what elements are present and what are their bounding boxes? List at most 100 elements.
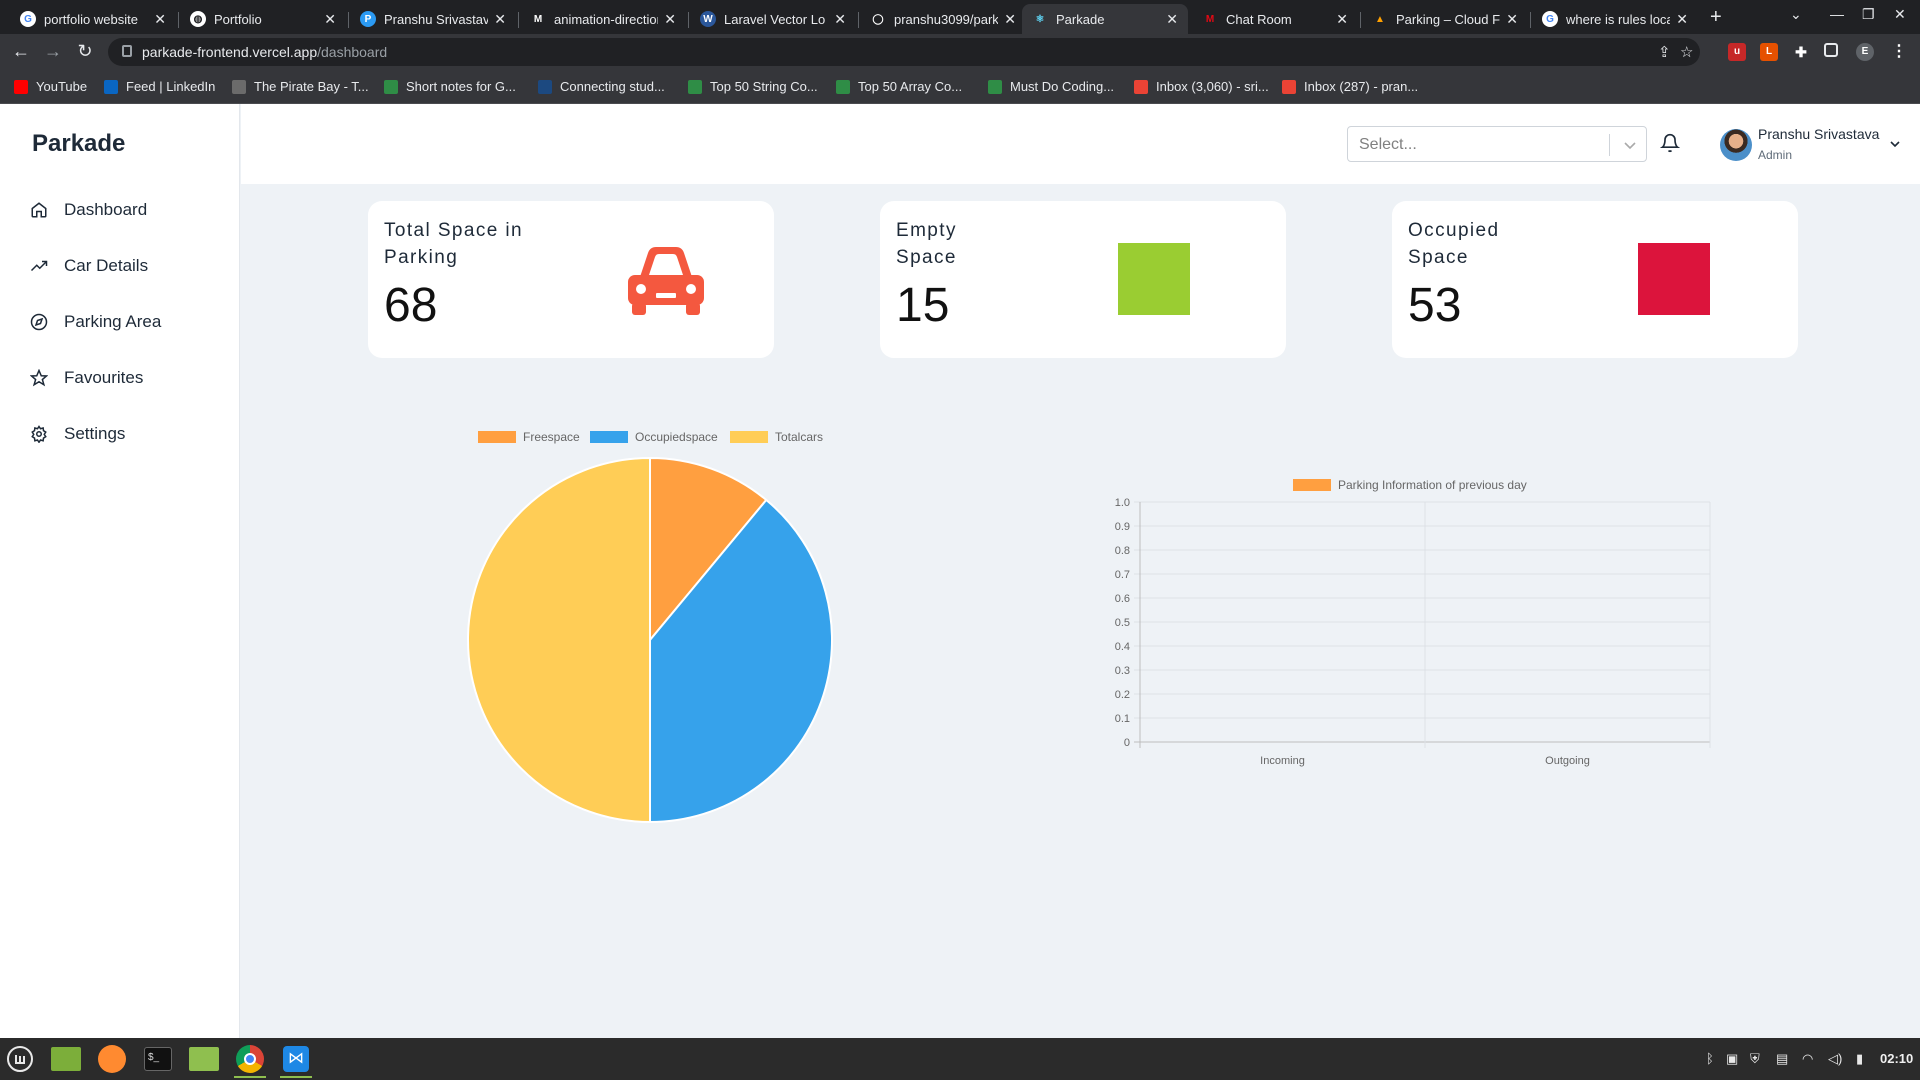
- new-tab-button[interactable]: +: [1710, 6, 1722, 29]
- bookmark-item[interactable]: Feed | LinkedIn: [104, 79, 215, 94]
- tab-chat-room[interactable]: M Chat Room ✕: [1192, 4, 1358, 34]
- puzzle-icon[interactable]: ✚: [1792, 43, 1810, 61]
- restore-icon[interactable]: ❐: [1862, 6, 1875, 23]
- forward-icon[interactable]: →: [42, 41, 64, 62]
- close-tab-icon[interactable]: ✕: [154, 11, 166, 28]
- close-tab-icon[interactable]: ✕: [1336, 11, 1348, 28]
- chevron-down-icon[interactable]: [1620, 135, 1640, 155]
- brand-logo[interactable]: Parkade: [32, 130, 125, 158]
- tab-search-icon[interactable]: ⌄: [1790, 6, 1802, 23]
- location-select[interactable]: Select...: [1347, 126, 1647, 162]
- shield-icon[interactable]: ⛨: [1750, 1051, 1760, 1067]
- card-value: 53: [1408, 279, 1462, 332]
- bookmark-item[interactable]: Must Do Coding...: [988, 79, 1114, 94]
- sidebar-item-favourites[interactable]: Favourites: [30, 368, 143, 388]
- x-tick-label: Outgoing: [1545, 755, 1590, 767]
- y-tick-label: 0.4: [1115, 641, 1130, 653]
- minimize-icon[interactable]: —: [1830, 6, 1844, 22]
- browser-toolbar: ← → ↻ parkade-frontend.vercel.app/dashbo…: [0, 34, 1920, 70]
- bar-chart: Parking Information of previous day 0 0.1…: [1090, 470, 1720, 780]
- clock[interactable]: 02:10: [1880, 1051, 1913, 1066]
- profile-icon[interactable]: E: [1856, 43, 1874, 61]
- star-icon: [30, 369, 48, 387]
- bookmark-label: Inbox (287) - pran...: [1304, 79, 1419, 94]
- bookmark-label: Feed | LinkedIn: [126, 79, 216, 94]
- avatar[interactable]: [1720, 129, 1752, 161]
- bookmark-item[interactable]: Top 50 Array Co...: [836, 79, 962, 94]
- tab-parkade[interactable]: ⚛ Parkade ✕: [1022, 4, 1188, 34]
- y-tick-label: 0: [1124, 737, 1130, 749]
- legend-totalcars[interactable]: Totalcars: [730, 430, 823, 444]
- battery-icon[interactable]: ▮: [1856, 1051, 1863, 1067]
- select-divider: [1609, 134, 1610, 156]
- tab-pranshu-srivastava[interactable]: P Pranshu Srivastava ✕: [350, 4, 516, 34]
- sidebar-item-car-details[interactable]: Car Details: [30, 256, 148, 276]
- volume-icon[interactable]: ◁): [1828, 1051, 1842, 1067]
- legend-label: Freespace: [523, 430, 580, 444]
- close-tab-icon[interactable]: ✕: [1166, 11, 1178, 28]
- sidebar-item-settings[interactable]: Settings: [30, 424, 125, 444]
- legend-occupiedspace[interactable]: Occupiedspace: [590, 430, 718, 444]
- close-tab-icon[interactable]: ✕: [834, 11, 846, 28]
- vscode-icon[interactable]: ⋈: [278, 1042, 314, 1078]
- side-panel-icon[interactable]: [1824, 43, 1838, 57]
- files-icon[interactable]: [186, 1042, 222, 1076]
- bookmark-label: Inbox (3,060) - sri...: [1156, 79, 1269, 94]
- bookmark-item[interactable]: Connecting stud...: [538, 79, 665, 94]
- bookmark-item[interactable]: Inbox (287) - pran...: [1282, 79, 1418, 94]
- tab-pranshu3099-parkade[interactable]: ◯ pranshu3099/parkade ✕: [860, 4, 1026, 34]
- tab-portfolio-website[interactable]: Gportfolio website ✕: [10, 4, 176, 34]
- bookmark-item[interactable]: The Pirate Bay - T...: [232, 79, 369, 94]
- clipboard-icon[interactable]: ▣: [1726, 1051, 1738, 1067]
- mint-menu-icon[interactable]: [2, 1042, 38, 1076]
- close-tab-icon[interactable]: ✕: [324, 11, 336, 28]
- tab-animation-direction[interactable]: Manimation-direction ✕: [520, 4, 686, 34]
- os-taskbar: $_ ⋈ ᛒ ▣ ⛨ ▤ ◠ ◁) ▮ 02:10: [0, 1038, 1920, 1080]
- reload-icon[interactable]: ↻: [74, 41, 96, 62]
- bookmark-star-icon[interactable]: ☆: [1680, 43, 1693, 61]
- tab-title: Chat Room: [1226, 11, 1292, 27]
- bookmark-item[interactable]: YouTube: [14, 79, 87, 94]
- url-text: parkade-frontend.vercel.app/dashboard: [142, 44, 388, 60]
- car-icon: [628, 247, 704, 315]
- wifi-icon[interactable]: ◠: [1802, 1051, 1813, 1067]
- tab-parking-cloud-firestore[interactable]: ▲ Parking – Cloud Firestore ✕: [1362, 4, 1528, 34]
- total-space-card: Total Space in Parking 68: [368, 201, 774, 358]
- menu-icon[interactable]: ⋮: [1890, 43, 1908, 61]
- bookmark-item[interactable]: Top 50 String Co...: [688, 79, 818, 94]
- select-placeholder: Select...: [1359, 136, 1417, 153]
- tab-portfolio[interactable]: ◍ Portfolio ✕: [180, 4, 346, 34]
- tab-where-is-rules-located[interactable]: Gwhere is rules located ✕: [1532, 4, 1698, 34]
- bookmark-item[interactable]: Inbox (3,060) - sri...: [1134, 79, 1269, 94]
- bookmark-item[interactable]: Short notes for G...: [384, 79, 516, 94]
- legend-freespace[interactable]: Freespace: [478, 430, 580, 444]
- close-window-icon[interactable]: ✕: [1894, 6, 1906, 23]
- show-desktop-icon[interactable]: [48, 1042, 84, 1076]
- ublock-icon[interactable]: u: [1728, 43, 1746, 61]
- chevron-down-icon[interactable]: [1888, 137, 1902, 151]
- tab-laravel-vector-lo[interactable]: W Laravel Vector Lo ✕: [690, 4, 856, 34]
- chrome-icon[interactable]: [232, 1042, 268, 1078]
- pie-slice-totalcars[interactable]: [467, 456, 651, 824]
- bell-icon[interactable]: [1660, 133, 1680, 153]
- p-icon: P: [360, 11, 376, 27]
- close-tab-icon[interactable]: ✕: [1506, 11, 1518, 28]
- sidebar-item-dashboard[interactable]: Dashboard: [30, 200, 147, 220]
- bookmark-label: Connecting stud...: [560, 79, 665, 94]
- close-tab-icon[interactable]: ✕: [664, 11, 676, 28]
- address-bar[interactable]: parkade-frontend.vercel.app/dashboard ⇪ …: [108, 38, 1700, 66]
- firefox-icon[interactable]: [94, 1042, 130, 1076]
- terminal-icon[interactable]: $_: [140, 1042, 176, 1076]
- update-icon[interactable]: ▤: [1776, 1051, 1788, 1067]
- close-tab-icon[interactable]: ✕: [494, 11, 506, 28]
- back-icon[interactable]: ←: [10, 41, 32, 62]
- react-icon: ⚛: [1032, 11, 1048, 27]
- user-name[interactable]: Pranshu Srivastava: [1758, 126, 1879, 142]
- bluetooth-icon[interactable]: ᛒ: [1706, 1051, 1714, 1066]
- sidebar-item-parking-area[interactable]: Parking Area: [30, 312, 161, 332]
- close-tab-icon[interactable]: ✕: [1676, 11, 1688, 28]
- close-tab-icon[interactable]: ✕: [1004, 11, 1016, 28]
- extension-icon[interactable]: L: [1760, 43, 1778, 61]
- bookmark-label: The Pirate Bay - T...: [254, 79, 369, 94]
- share-icon[interactable]: ⇪: [1658, 43, 1671, 61]
